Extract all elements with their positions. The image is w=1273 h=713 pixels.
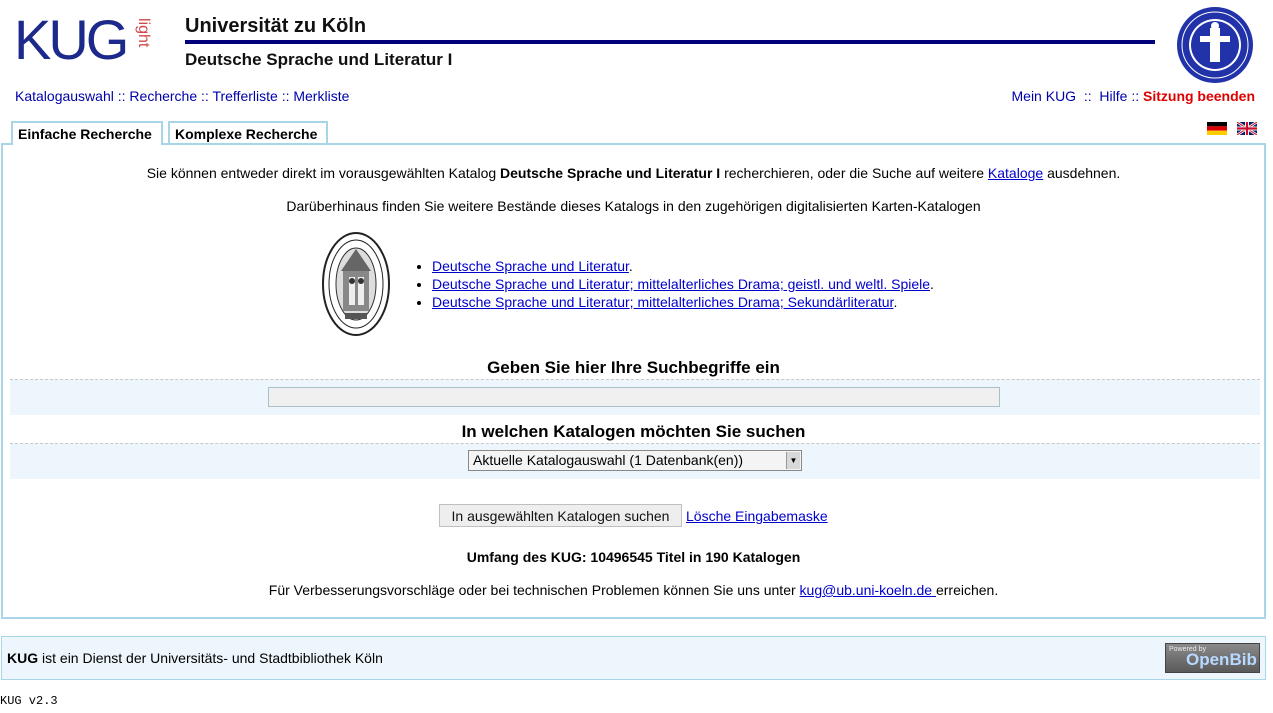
english-flag-icon[interactable] (1237, 122, 1257, 135)
footer-kug: KUG (7, 650, 39, 666)
chevron-down-icon: ▼ (786, 452, 800, 469)
catalogs-link[interactable]: Kataloge (988, 165, 1043, 181)
search-input[interactable] (268, 387, 1000, 407)
list-item: Deutsche Sprache und Literatur; mittelal… (432, 293, 934, 311)
nav-separator: :: (281, 88, 290, 104)
intro-part2: recherchieren, oder die Suche auf weiter… (720, 165, 988, 181)
catalog-select[interactable]: Aktuelle Katalogauswahl (1 Datenbank(en)… (468, 450, 802, 471)
card-catalog-link[interactable]: Deutsche Sprache und Literatur; mittelal… (432, 294, 893, 310)
intro-part3: ausdehnen. (1043, 165, 1121, 181)
feedback-text: Für Verbesserungsvorschläge oder bei tec… (3, 582, 1264, 598)
nav-separator: :: (1131, 88, 1140, 104)
list-punct: . (628, 258, 633, 274)
card-catalog-intro: Darüberhinaus finden Sie weitere Beständ… (286, 198, 981, 214)
search-button[interactable]: In ausgewählten Katalogen suchen (439, 504, 682, 527)
card-catalog-link[interactable]: Deutsche Sprache und Literatur (432, 258, 629, 274)
footer: KUG ist ein Dienst der Universitäts- und… (1, 636, 1266, 680)
title-divider (185, 40, 1155, 44)
intro-catalog-name: Deutsche Sprache und Literatur I (500, 165, 721, 181)
catalog-select-row: Aktuelle Katalogauswahl (1 Datenbank(en)… (10, 443, 1260, 479)
nav-notes[interactable]: Merkliste (293, 88, 349, 104)
email-link[interactable]: kug@ub.uni-koeln.de (800, 582, 936, 598)
intro-part1: Sie können entweder direkt im vorausgewä… (146, 165, 501, 181)
university-title: Universität zu Köln (185, 15, 367, 37)
clear-form-link[interactable]: Lösche Eingabemaske (686, 508, 828, 524)
feedback-after: erreichen. (935, 582, 999, 598)
main-nav: Katalogauswahl :: Recherche :: Trefferli… (15, 88, 349, 104)
feedback-before: Für Verbesserungsvorschläge oder bei tec… (268, 582, 800, 598)
kug-light-logo: KUG light (14, 12, 164, 72)
nav-my-kug[interactable]: Mein KUG (1012, 88, 1077, 104)
nav-help[interactable]: Hilfe (1099, 88, 1127, 104)
search-heading: Geben Sie hier Ihre Suchbegriffe ein (487, 358, 780, 377)
nav-separator: :: (1083, 88, 1092, 104)
openbib-badge[interactable]: Powered by OpenBib (1165, 643, 1260, 673)
catalog-heading: In welchen Katalogen möchten Sie suchen (461, 422, 806, 441)
logo-kug-text: KUG (14, 8, 129, 71)
intro-text: Sie können entweder direkt im vorausgewä… (3, 165, 1264, 181)
search-panel: Sie können entweder direkt im vorausgewä… (1, 143, 1266, 619)
list-item: Deutsche Sprache und Literatur; mittelal… (432, 275, 934, 293)
german-flag-icon[interactable] (1207, 122, 1227, 135)
nav-separator: :: (201, 88, 209, 104)
language-switch (1207, 122, 1257, 135)
nav-separator: :: (117, 88, 126, 104)
tab-simple-search[interactable]: Einfache Recherche (11, 121, 163, 145)
nav-catalog-selection[interactable]: Katalogauswahl (15, 88, 114, 104)
logo-light-text: light (135, 18, 152, 48)
tab-complex-search[interactable]: Komplexe Recherche (168, 121, 328, 143)
kug-scope: Umfang des KUG: 10496545 Titel in 190 Ka… (466, 549, 801, 565)
catalog-select-value: Aktuelle Katalogauswahl (1 Datenbank(en)… (473, 452, 744, 468)
version-label: KUG v2.3 (0, 694, 58, 708)
list-item: Deutsche Sprache und Literatur. (432, 257, 934, 275)
card-catalog-link[interactable]: Deutsche Sprache und Literatur; mittelal… (432, 276, 930, 292)
nav-results[interactable]: Trefferliste (212, 88, 277, 104)
search-input-row (10, 379, 1260, 415)
logout-link[interactable]: Sitzung beenden (1143, 88, 1255, 104)
card-catalog-list: Deutsche Sprache und Literatur. Deutsche… (416, 257, 934, 311)
list-punct: . (930, 276, 934, 292)
badge-openbib: OpenBib (1186, 650, 1257, 669)
footer-text: KUG ist ein Dienst der Universitäts- und… (7, 650, 383, 666)
user-nav: Mein KUG :: Hilfe :: Sitzung beenden (1012, 88, 1256, 104)
nav-search[interactable]: Recherche (129, 88, 197, 104)
footer-service: ist ein Dienst der Universitäts- und Sta… (38, 650, 383, 666)
catalog-title: Deutsche Sprache und Literatur I (185, 50, 453, 69)
list-punct: . (893, 294, 898, 310)
university-seal-icon (1177, 7, 1253, 83)
seal-emblem-icon (322, 232, 390, 336)
